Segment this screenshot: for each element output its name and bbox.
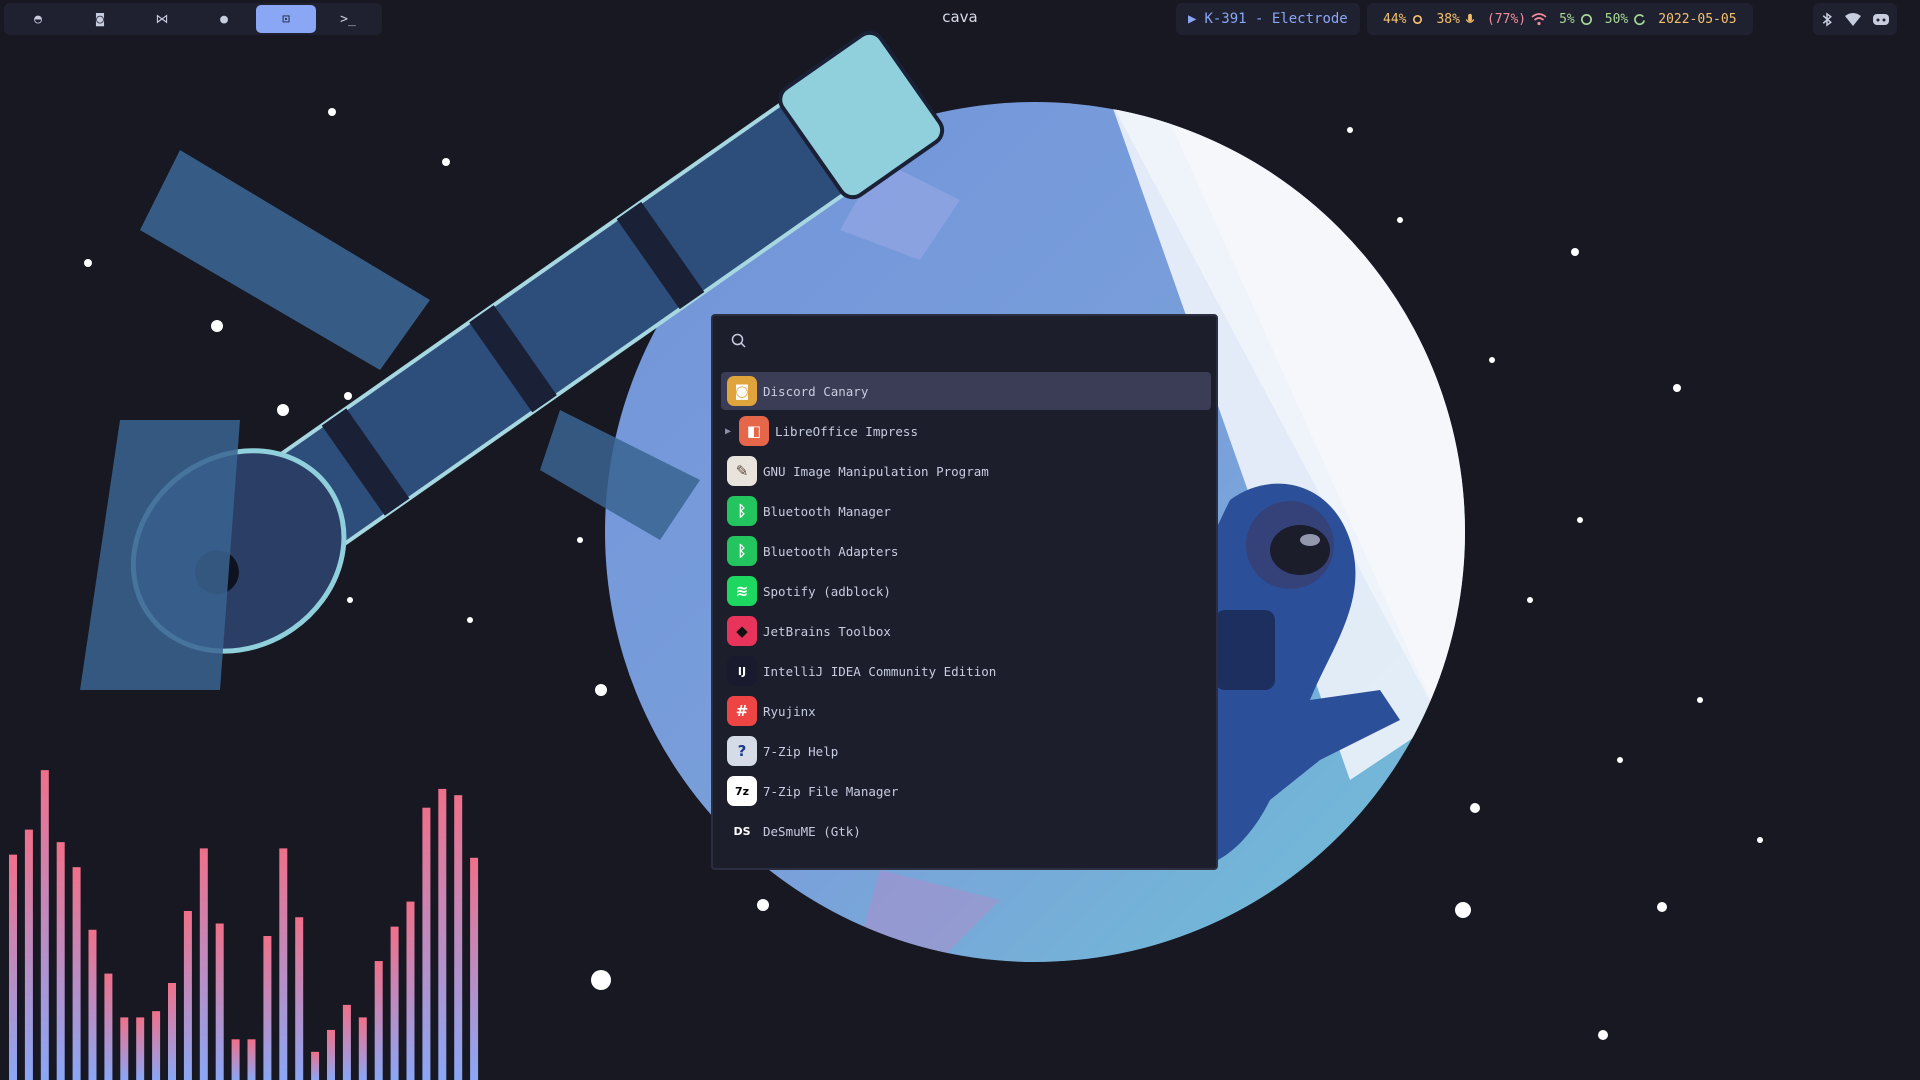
7zip-icon: 7z — [727, 776, 757, 806]
spotify-icon: ≋ — [727, 576, 757, 606]
app-name: Discord Canary — [763, 383, 869, 399]
visualizer-bar — [120, 1017, 129, 1080]
app-item[interactable]: ᛒ Bluetooth Manager — [721, 492, 1211, 530]
battery-module[interactable]: (77%) — [1487, 12, 1547, 27]
gimp-icon: ✎ — [727, 456, 757, 486]
app-item[interactable]: # Ryujinx — [721, 692, 1211, 730]
app-list: ◙ Discord Canary ▶ ◧ LibreOffice Impress ✎ GNU… — [721, 372, 1211, 852]
app-item[interactable]: 7z 7-Zip File Manager — [721, 772, 1211, 810]
cpu-module[interactable]: 5% — [1559, 12, 1593, 27]
visualizer-bar — [9, 854, 17, 1080]
search-input[interactable] — [757, 332, 1206, 350]
visualizer-bar — [88, 929, 97, 1080]
media-player[interactable]: ▶ K-391 - Electrode — [1176, 3, 1360, 35]
visualizer-bar — [56, 842, 65, 1080]
app-item[interactable]: ◆ JetBrains Toolbox — [721, 612, 1211, 650]
app-name: 7-Zip File Manager — [763, 783, 899, 799]
memory-value: 50% — [1604, 11, 1629, 27]
system-status: 44% 38% (77%) 5% 50% 2022-05-05 — [1367, 3, 1753, 35]
date-value: 2022-05-05 — [1658, 11, 1737, 27]
app-item[interactable]: DS DeSmuME (Gtk) — [721, 812, 1211, 850]
wifi-signal-icon — [1531, 12, 1547, 25]
visualizer-bar — [104, 973, 113, 1080]
bluetooth-icon[interactable] — [1821, 11, 1833, 27]
cpu-icon — [1580, 13, 1592, 25]
expand-arrow-icon[interactable]: ▶ — [725, 426, 739, 437]
visualizer-bar — [358, 1017, 367, 1080]
refresh-icon — [1634, 13, 1646, 25]
brightness-value: 44% — [1383, 11, 1407, 27]
visualizer-bar — [231, 1039, 240, 1080]
bluetooth-icon: ᛒ — [727, 496, 757, 526]
play-icon[interactable]: ▶ — [1188, 11, 1196, 27]
visualizer-bar — [327, 1029, 335, 1080]
visualizer-bar — [263, 936, 272, 1080]
discord-canary-icon: ◙ — [727, 376, 757, 406]
bluetooth-icon: ᛒ — [727, 536, 757, 566]
launcher-search — [713, 316, 1216, 366]
app-name: JetBrains Toolbox — [763, 623, 891, 639]
visualizer-bar — [24, 829, 33, 1080]
app-item[interactable]: ? 7-Zip Help — [721, 732, 1211, 770]
visualizer-bar — [152, 1011, 161, 1080]
visualizer-bar — [247, 1039, 256, 1080]
app-name: DeSmuME (Gtk) — [763, 823, 861, 839]
battery-value: (77%) — [1486, 11, 1527, 27]
visualizer-bar — [374, 961, 383, 1080]
visualizer-bar — [454, 795, 463, 1080]
cpu-value: 5% — [1559, 11, 1575, 27]
visualizer-bar — [136, 1017, 145, 1080]
jetbrains-toolbox-icon: ◆ — [727, 616, 757, 646]
intellij-icon: IJ — [727, 656, 757, 686]
help-icon: ? — [727, 736, 757, 766]
visualizer-bar — [183, 910, 192, 1080]
visualizer-bar — [470, 857, 479, 1080]
clock-module[interactable]: 2022-05-05 — [1658, 12, 1736, 27]
desktop: ◓ ◙ ⋈ ● ⊡ >_ cava ▶ K-391 - Electrode 44% 38%… — [0, 0, 1920, 1080]
visualizer-bar — [40, 770, 49, 1080]
memory-module[interactable]: 50% — [1605, 12, 1646, 27]
app-launcher: ◙ Discord Canary ▶ ◧ LibreOffice Impress ✎ GNU… — [711, 314, 1218, 870]
visualizer-bar — [295, 917, 304, 1080]
app-name: Bluetooth Adapters — [763, 543, 899, 559]
app-item[interactable]: ✎ GNU Image Manipulation Program — [721, 452, 1211, 490]
visualizer-bar — [438, 788, 447, 1080]
app-item[interactable]: ▶ ◧ LibreOffice Impress — [721, 412, 1211, 450]
brightness-icon — [1413, 14, 1423, 24]
now-playing-track: K-391 - Electrode — [1204, 11, 1348, 27]
visualizer-bar — [168, 982, 176, 1080]
visualizer-bar — [279, 848, 288, 1080]
app-name: GNU Image Manipulation Program — [763, 463, 989, 479]
visualizer-bar — [406, 901, 415, 1080]
app-item[interactable]: IJ IntelliJ IDEA Community Edition — [721, 652, 1211, 690]
discord-icon[interactable] — [1873, 13, 1889, 26]
microphone-icon — [1465, 13, 1475, 23]
ryujinx-icon: # — [727, 696, 757, 726]
desmume-icon: DS — [727, 816, 757, 846]
visualizer-bar — [72, 867, 81, 1080]
libreoffice-impress-icon: ◧ — [739, 416, 769, 446]
app-name: LibreOffice Impress — [775, 423, 918, 439]
visualizer-bar — [390, 926, 399, 1080]
search-icon — [731, 333, 746, 348]
app-item[interactable]: ≋ Spotify (adblock) — [721, 572, 1211, 610]
app-name: Bluetooth Manager — [763, 503, 891, 519]
visualizer-bar — [342, 1004, 351, 1080]
app-name: Ryujinx — [763, 703, 816, 719]
app-name: 7-Zip Help — [763, 743, 839, 759]
app-item[interactable]: ᛒ Bluetooth Adapters — [721, 532, 1211, 570]
volume-value: 38% — [1436, 11, 1460, 27]
volume-module[interactable]: 38% — [1436, 11, 1475, 27]
wifi-icon[interactable] — [1845, 12, 1861, 26]
visualizer-bar — [422, 807, 431, 1080]
visualizer-bar — [311, 1051, 320, 1080]
system-tray — [1813, 3, 1897, 35]
visualizer-bar — [199, 848, 208, 1080]
brightness-module[interactable]: 44% — [1383, 12, 1424, 27]
app-name: Spotify (adblock) — [763, 583, 891, 599]
app-name: IntelliJ IDEA Community Edition — [763, 663, 997, 679]
visualizer-bar — [215, 923, 224, 1080]
app-item[interactable]: ◙ Discord Canary — [721, 372, 1211, 410]
